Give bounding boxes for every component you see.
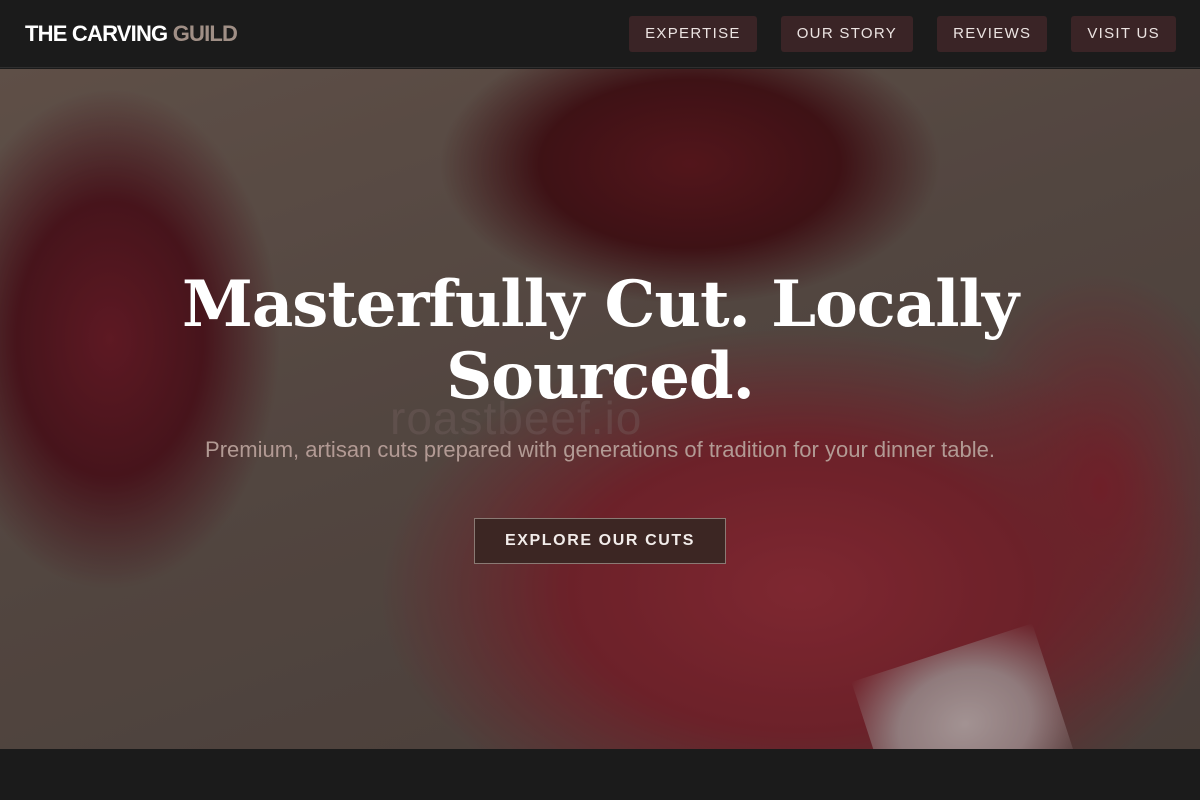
top-navbar: THE CARVING GUILD EXPERTISE OUR STORY RE… — [0, 0, 1200, 68]
site-logo[interactable]: THE CARVING GUILD — [25, 20, 238, 47]
main-nav: EXPERTISE OUR STORY REVIEWS VISIT US — [629, 15, 1176, 52]
logo-text-main: THE CARVING — [25, 20, 173, 46]
explore-cuts-button[interactable]: EXPLORE OUR CUTS — [474, 518, 726, 564]
logo-text-accent: GUILD — [172, 20, 238, 46]
nav-our-story-button[interactable]: OUR STORY — [780, 15, 914, 52]
hero-subtitle: Premium, artisan cuts prepared with gene… — [205, 437, 995, 462]
hero-section: Masterfully Cut. Locally Sourced. roastb… — [0, 69, 1200, 749]
nav-reviews-button[interactable]: REVIEWS — [937, 15, 1048, 52]
hero-content: Masterfully Cut. Locally Sourced. roastb… — [0, 69, 1200, 749]
nav-expertise-button[interactable]: EXPERTISE — [629, 15, 757, 52]
nav-visit-us-button[interactable]: VISIT US — [1071, 15, 1176, 52]
footer-band — [0, 749, 1200, 800]
